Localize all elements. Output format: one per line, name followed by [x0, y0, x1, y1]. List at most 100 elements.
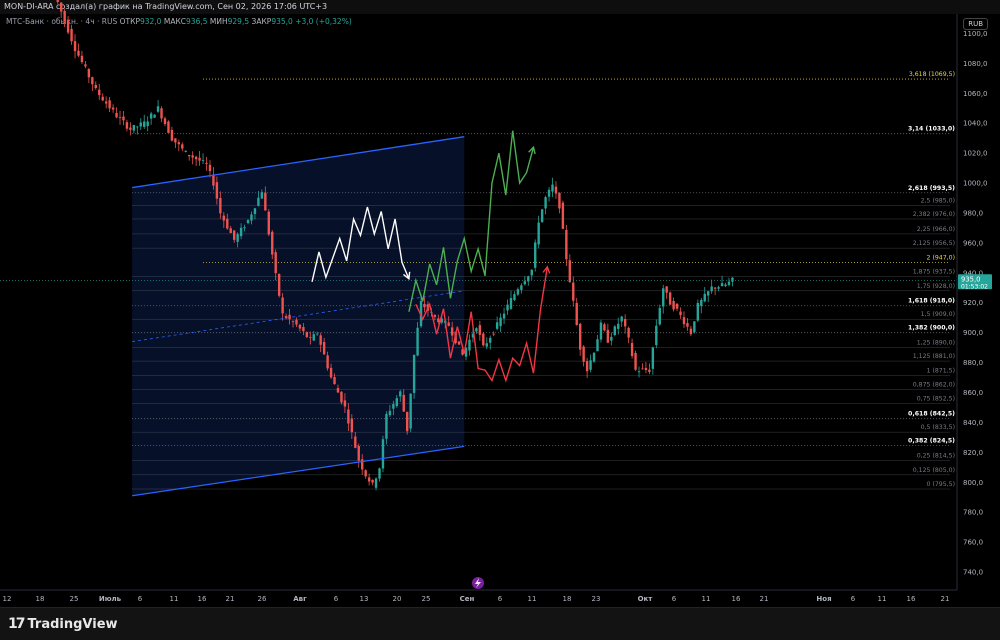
candle-body [630, 342, 634, 357]
y-axis-tick-label: 800,0 [963, 479, 983, 487]
candle-body [727, 281, 731, 285]
candle-body [191, 155, 194, 158]
x-axis-tick-label: 11 [878, 595, 887, 603]
candle-body [707, 291, 710, 296]
candle-body [264, 192, 267, 211]
x-axis-tick-label: 16 [907, 595, 916, 603]
fib-level-label: 1 (871,5) [927, 367, 955, 374]
candle-body [558, 192, 561, 209]
candle-body [316, 333, 319, 335]
candle-body [229, 228, 232, 234]
candle-body [56, 0, 59, 2]
candle-body [468, 339, 471, 351]
candle-body [201, 160, 205, 161]
candle-body [222, 215, 226, 221]
candle-body [291, 321, 295, 323]
candle-body [689, 328, 693, 335]
candle-body [239, 227, 243, 237]
candle-body [547, 189, 551, 197]
fib-level-label: 1,125 (881,0) [913, 353, 955, 360]
lightning-icon[interactable] [472, 577, 484, 589]
candle-body [658, 307, 661, 325]
candle-body [66, 19, 70, 33]
candle-body [672, 301, 675, 310]
candle-body [73, 41, 77, 52]
candle-body [326, 355, 329, 369]
x-axis-tick-label: 25 [422, 595, 431, 603]
x-axis-tick-label: 16 [732, 595, 741, 603]
candle-body [603, 324, 606, 331]
candle-body [592, 352, 596, 362]
candle-body [319, 335, 322, 345]
candle-body [710, 286, 713, 292]
fib-level-label: 0,5 (833,5) [921, 424, 955, 431]
candle-body [623, 319, 627, 327]
candle-body [329, 367, 333, 378]
x-axis-tick-label: 21 [760, 595, 769, 603]
candle-body [700, 299, 703, 306]
tradingview-logo[interactable]: 17 TradingView [8, 616, 118, 632]
candle-body [392, 404, 395, 409]
candle-body [98, 89, 101, 96]
candle-body [402, 394, 405, 412]
candle-body [302, 326, 305, 332]
candle-body [627, 327, 630, 338]
candle-body [506, 304, 509, 311]
candle-body [111, 107, 115, 110]
y-axis-tick-label: 980,0 [963, 209, 983, 217]
y-axis-tick-label: 1100,0 [963, 30, 988, 38]
candle-body [724, 284, 727, 287]
x-axis-tick-label: 6 [498, 595, 503, 603]
candle-body [132, 124, 136, 131]
y-axis-tick-label: 840,0 [963, 419, 983, 427]
candle-body [516, 289, 520, 295]
candle-body [613, 326, 616, 335]
candle-body [108, 100, 111, 109]
fib-level-label: 1,25 (890,0) [917, 340, 955, 347]
candle-body [675, 303, 679, 309]
candle-body [696, 302, 700, 321]
candle-body [682, 317, 686, 325]
x-axis-tick-label: Авг [293, 595, 307, 603]
candle-body [149, 113, 153, 119]
candle-body [59, 2, 63, 12]
candle-body [492, 333, 495, 335]
candle-body [540, 209, 544, 222]
candle-body [371, 479, 374, 483]
candle-body [554, 186, 558, 194]
fib-level-label: 1,75 (928,0) [917, 283, 955, 290]
candle-body [104, 101, 108, 104]
x-axis-tick-label: 13 [360, 595, 369, 603]
candle-body [63, 10, 66, 22]
candle-body [167, 121, 170, 133]
candle-body [333, 377, 336, 385]
candle-body [267, 211, 270, 235]
candle-body [523, 281, 527, 285]
candle-body [610, 336, 613, 341]
candle-body [177, 142, 181, 145]
fib-level-label: 1,5 (909,0) [921, 311, 955, 318]
candle-body [115, 112, 118, 118]
fib-level-label: 0 (795,5) [927, 481, 955, 488]
price-chart[interactable]: 3,618 (1069,5) 3,14 (1033,0) 2,618 (993,5)… [0, 0, 1000, 607]
x-axis-tick-label: 6 [851, 595, 856, 603]
y-axis-tick-label: 1060,0 [963, 90, 988, 98]
candle-body [378, 468, 381, 479]
y-axis-tick-label: 1020,0 [963, 150, 988, 158]
candle-body [226, 218, 229, 229]
candle-body [585, 361, 589, 372]
candle-body [599, 322, 603, 340]
x-axis-tick-label: 23 [592, 595, 601, 603]
candle-body [336, 388, 340, 393]
candle-body [170, 129, 174, 141]
candle-body [399, 391, 402, 397]
candle-body [565, 229, 568, 260]
candle-body [343, 400, 347, 407]
candle-body [634, 352, 637, 370]
candle-body [423, 303, 426, 308]
candle-body [489, 337, 492, 343]
y-axis-tick-label: 960,0 [963, 239, 983, 247]
x-axis-tick-label: 6 [334, 595, 339, 603]
candle-body [544, 197, 547, 209]
x-axis-tick-label: 11 [702, 595, 711, 603]
